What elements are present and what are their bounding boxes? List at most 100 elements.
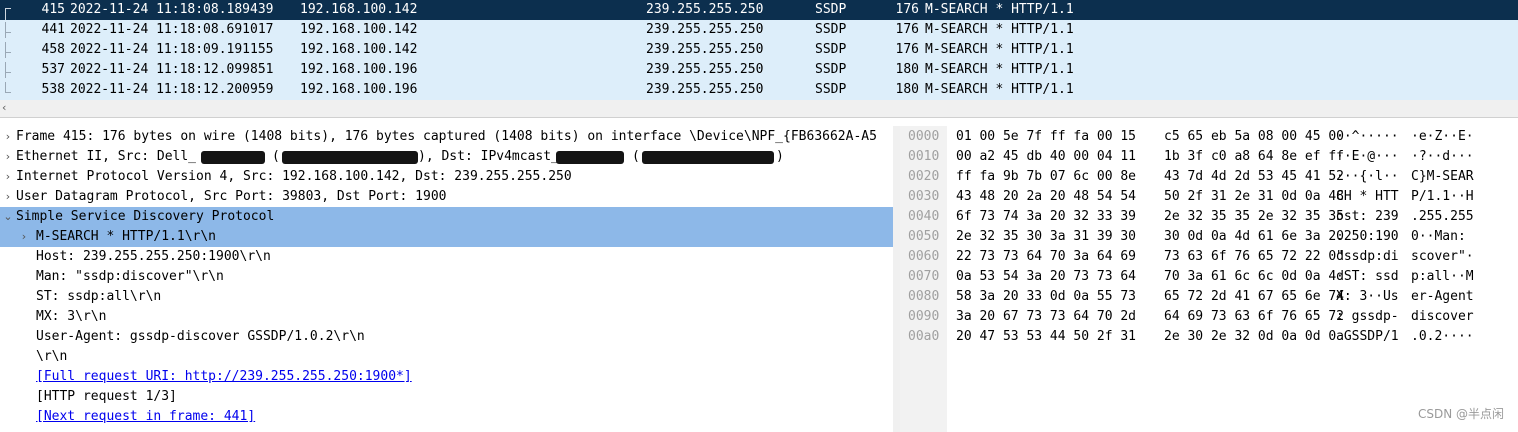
hex-row[interactable]: 0050 2e 32 35 30 3a 31 39 30 30 0d 0a 4d 6… [900, 227, 1518, 247]
hex-bytes: 20 47 53 53 44 50 2f 31 [956, 329, 1137, 344]
hex-row[interactable]: 0030 43 48 20 2a 20 48 54 54 50 2f 31 2e 3… [900, 187, 1518, 207]
tree-item-man[interactable]: Man: "ssdp:discover"\r\n [0, 267, 893, 287]
expand-arrow-icon[interactable]: › [2, 167, 14, 187]
ascii-bytes: 0··Man: [1411, 229, 1474, 244]
tree-item-host[interactable]: Host: 239.255.255.250:1900\r\n [0, 247, 893, 267]
ascii-bytes: ·?··d··· [1411, 149, 1474, 164]
packet-time: 2022-11-24 11:18:12.200959 [70, 82, 274, 97]
packet-length: 180 [895, 82, 919, 97]
tree-item-frame[interactable]: › Frame 415: 176 bytes on wire (1408 bit… [0, 127, 893, 147]
tree-item-udp[interactable]: › User Datagram Protocol, Src Port: 3980… [0, 187, 893, 207]
tree-item-st[interactable]: ST: ssdp:all\r\n [0, 287, 893, 307]
tree-item-mx[interactable]: MX: 3\r\n [0, 307, 893, 327]
tree-item-label: User Datagram Protocol, Src Port: 39803,… [16, 189, 447, 204]
hex-row[interactable]: 0040 6f 73 74 3a 20 32 33 39 2e 32 35 35 2… [900, 207, 1518, 227]
hex-bytes: 22 73 73 64 70 3a 64 69 [956, 249, 1137, 264]
scroll-thumb[interactable] [14, 104, 1494, 113]
collapse-arrow-icon[interactable]: ⌄ [2, 207, 14, 227]
tree-item-label: Ethernet II, Src: Dell_ [16, 149, 197, 164]
hex-bytes: 6f 73 74 3a 20 32 33 39 [956, 209, 1137, 224]
packet-protocol: SSDP [815, 42, 847, 57]
pane-splitter[interactable] [893, 126, 900, 432]
packet-list[interactable]: 415 2022-11-24 11:18:08.189439 192.168.100… [0, 0, 1518, 100]
packet-number: 458 [41, 42, 65, 57]
packet-protocol: SSDP [815, 62, 847, 77]
watermark: CSDN @半点闲 [1417, 407, 1504, 421]
packet-time: 2022-11-24 11:18:09.191155 [70, 42, 274, 57]
scroll-left-icon[interactable]: ‹ [2, 101, 6, 114]
packet-row[interactable]: 441 2022-11-24 11:18:08.691017 192.168.100… [0, 20, 1518, 40]
packet-info: M-SEARCH * HTTP/1.1 [925, 2, 1074, 17]
hex-bytes: ff fa 9b 7b 07 6c 00 8e [956, 169, 1137, 184]
packet-row[interactable]: 458 2022-11-24 11:18:09.191155 192.168.100… [0, 40, 1518, 60]
hex-bytes: 30 0d 0a 4d 61 6e 3a 20 [1164, 229, 1345, 244]
hex-offset: 0060 [908, 249, 940, 264]
tree-item-label: Host: 239.255.255.250:1900\r\n [36, 249, 271, 264]
tree-item-ssdp[interactable]: ⌄ Simple Service Discovery Protocol [0, 207, 893, 227]
ascii-bytes: .0.2···· [1411, 329, 1474, 344]
related-packet-icon [0, 60, 14, 80]
packet-time: 2022-11-24 11:18:08.691017 [70, 22, 274, 37]
packet-protocol: SSDP [815, 82, 847, 97]
packet-details-pane[interactable]: › Frame 415: 176 bytes on wire (1408 bit… [0, 126, 893, 432]
hex-row[interactable]: 0090 3a 20 67 73 73 64 70 2d 64 69 73 63 6… [900, 307, 1518, 327]
tree-item-ipv4[interactable]: › Internet Protocol Version 4, Src: 192.… [0, 167, 893, 187]
ascii-bytes: "ssdp:di [1336, 249, 1399, 264]
hex-row[interactable]: 0060 22 73 73 64 70 3a 64 69 73 63 6f 76 6… [900, 247, 1518, 267]
packet-destination: 239.255.255.250 [646, 62, 764, 77]
packet-destination: 239.255.255.250 [646, 22, 764, 37]
packet-row[interactable]: 537 2022-11-24 11:18:12.099851 192.168.100… [0, 60, 1518, 80]
packet-info: M-SEARCH * HTTP/1.1 [925, 62, 1074, 77]
ascii-bytes: X: 3··Us [1336, 289, 1399, 304]
expand-arrow-icon[interactable]: › [2, 187, 14, 207]
hex-row[interactable]: 0020 ff fa 9b 7b 07 6c 00 8e 43 7d 4d 2d 5… [900, 167, 1518, 187]
tree-item-http-request[interactable]: [HTTP request 1/3] [0, 387, 893, 407]
hex-bytes: 64 69 73 63 6f 76 65 72 [1164, 309, 1345, 324]
tree-item-user-agent[interactable]: User-Agent: gssdp-discover GSSDP/1.0.2\r… [0, 327, 893, 347]
next-request-link[interactable]: [Next request in frame: 441] [36, 407, 255, 427]
packet-destination: 239.255.255.250 [646, 82, 764, 97]
tree-item-label: ST: ssdp:all\r\n [36, 289, 162, 304]
tree-item-crlf[interactable]: \r\n [0, 347, 893, 367]
tree-item-ethernet[interactable]: › Ethernet II, Src: Dell_ ( ), Dst: IPv4… [0, 147, 893, 167]
redaction-block [282, 151, 418, 164]
hex-bytes: 73 63 6f 76 65 72 22 0d [1164, 249, 1345, 264]
hex-row[interactable]: 00a0 20 47 53 53 44 50 2f 31 2e 30 2e 32 0… [900, 327, 1518, 347]
ascii-bytes: scover"· [1411, 249, 1474, 264]
hex-offset: 0030 [908, 189, 940, 204]
hex-row[interactable]: 0070 0a 53 54 3a 20 73 73 64 70 3a 61 6c 6… [900, 267, 1518, 287]
packet-row[interactable]: 538 2022-11-24 11:18:12.200959 192.168.100… [0, 80, 1518, 100]
expand-arrow-icon[interactable]: › [2, 147, 14, 167]
packet-list-scrollbar[interactable]: ‹ [0, 100, 1518, 118]
ascii-bytes: : gssdp- [1336, 309, 1399, 324]
hex-row[interactable]: 0080 58 3a 20 33 0d 0a 55 73 65 72 2d 41 6… [900, 287, 1518, 307]
tree-item-next-request[interactable]: [Next request in frame: 441] [0, 407, 893, 427]
tree-item-msearch[interactable]: › M-SEARCH * HTTP/1.1\r\n [0, 227, 893, 247]
hex-bytes: 43 7d 4d 2d 53 45 41 52 [1164, 169, 1345, 184]
packet-time: 2022-11-24 11:18:08.189439 [70, 2, 274, 17]
expand-arrow-icon[interactable]: › [18, 227, 30, 247]
ascii-bytes: ···{·l·· [1336, 169, 1399, 184]
hex-bytes: 2e 32 35 30 3a 31 39 30 [956, 229, 1137, 244]
ascii-bytes: ·e·Z··E· [1411, 129, 1474, 144]
ascii-bytes: GSSDP/1 [1336, 329, 1399, 344]
expand-arrow-icon[interactable]: › [2, 127, 14, 147]
hex-offset: 0020 [908, 169, 940, 184]
packet-source: 192.168.100.142 [300, 2, 418, 17]
ascii-bytes: CH * HTT [1336, 189, 1399, 204]
packet-source: 192.168.100.142 [300, 42, 418, 57]
packet-bytes-pane[interactable]: 0000 01 00 5e 7f ff fa 00 15 c5 65 eb 5a 0… [900, 126, 1518, 432]
hex-bytes: 3a 20 67 73 73 64 70 2d [956, 309, 1137, 324]
hex-row[interactable]: 0010 00 a2 45 db 40 00 04 11 1b 3f c0 a8 6… [900, 147, 1518, 167]
redaction-block [556, 151, 624, 164]
tree-item-full-uri[interactable]: [Full request URI: http://239.255.255.25… [0, 367, 893, 387]
packet-number: 538 [41, 82, 65, 97]
packet-number: 537 [41, 62, 65, 77]
hex-row[interactable]: 0000 01 00 5e 7f ff fa 00 15 c5 65 eb 5a 0… [900, 127, 1518, 147]
full-request-uri-link[interactable]: [Full request URI: http://239.255.255.25… [36, 367, 412, 387]
tree-item-label: User-Agent: gssdp-discover GSSDP/1.0.2\r… [36, 329, 365, 344]
packet-row[interactable]: 415 2022-11-24 11:18:08.189439 192.168.100… [0, 0, 1518, 20]
packet-source: 192.168.100.196 [300, 82, 418, 97]
packet-info: M-SEARCH * HTTP/1.1 [925, 42, 1074, 57]
packet-number: 441 [41, 22, 65, 37]
